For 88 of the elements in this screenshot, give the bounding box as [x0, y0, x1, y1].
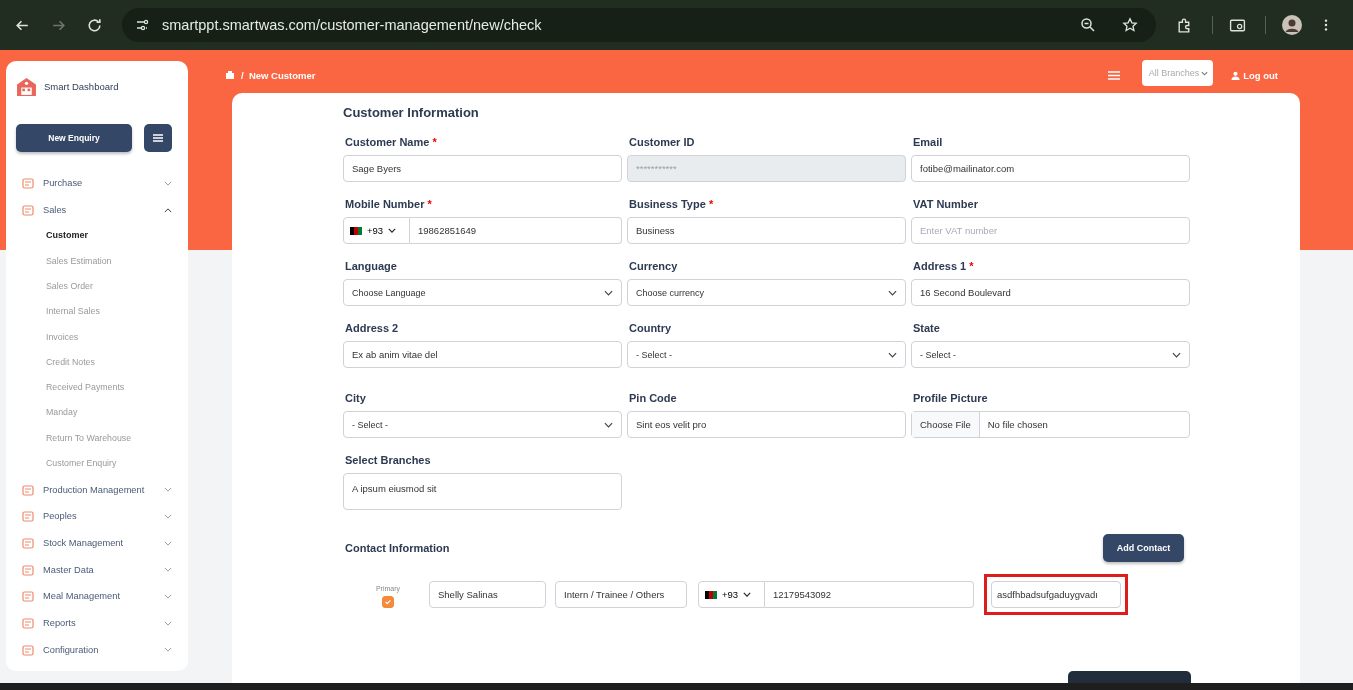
section-icon	[22, 483, 34, 496]
text-area[interactable]: A ipsum eiusmod sit	[343, 473, 622, 510]
sidebar-item[interactable]: Meal Management	[16, 583, 174, 610]
field-label: VAT Number	[912, 198, 979, 210]
input-field[interactable]: fotibe@mailinator.com	[911, 155, 1190, 182]
warehouse-icon	[16, 76, 37, 97]
home-icon[interactable]	[225, 70, 235, 80]
chevron-down-icon	[604, 289, 613, 296]
chevron-down-icon	[888, 289, 897, 296]
chevron-down-icon	[604, 421, 613, 428]
menu-button[interactable]	[144, 124, 172, 152]
field-label: Mobile Number *	[344, 198, 433, 210]
select-field[interactable]: - Select -	[627, 341, 906, 368]
section-icon	[22, 617, 34, 630]
country-code-select[interactable]: +93	[698, 581, 765, 608]
site-settings-icon[interactable]	[134, 17, 150, 33]
section-icon	[22, 590, 34, 603]
address-bar[interactable]: smartppt.smartwas.com/customer-management/new/check	[122, 8, 1156, 42]
brand-name: Smart Dashboard	[44, 81, 119, 92]
select-field[interactable]: - Select -	[343, 411, 622, 438]
input-field: ***********	[627, 155, 906, 182]
field-label: Customer ID	[628, 136, 696, 148]
flag-icon	[350, 226, 362, 235]
field-label: Address 1 *	[912, 260, 975, 272]
section-icon	[22, 537, 34, 550]
section-title: Customer Information	[343, 105, 480, 120]
sidebar-item[interactable]: Reports	[16, 609, 174, 637]
input-field[interactable]: Enter VAT number	[911, 217, 1190, 244]
flag-icon	[705, 590, 717, 599]
field-label: Select Branches	[344, 454, 432, 466]
select-field[interactable]: Choose Language	[343, 279, 622, 306]
input-field[interactable]: 16 Second Boulevard	[911, 279, 1190, 306]
menu-icon	[153, 134, 163, 142]
field-label: Currency	[628, 260, 679, 272]
field-label: City	[344, 392, 367, 404]
country-code-select[interactable]: +93	[343, 217, 410, 244]
new-enquiry-button[interactable]: New Enquiry	[16, 124, 132, 152]
submenu-item[interactable]: Customer	[16, 223, 174, 249]
field-label: Address 2	[344, 322, 400, 334]
menu-icon[interactable]	[1324, 18, 1328, 32]
primary-checkbox[interactable]	[382, 596, 394, 608]
sidebar-item[interactable]: Master Data	[16, 556, 174, 584]
select-field[interactable]: - Select -	[911, 341, 1190, 368]
field-label: Pin Code	[628, 392, 678, 404]
select-field[interactable]: Choose currency	[627, 279, 906, 306]
chevron-down-icon	[888, 351, 897, 358]
chevron-down-icon	[1172, 351, 1181, 358]
check-icon	[384, 598, 392, 606]
avatar-icon[interactable]	[1282, 15, 1302, 35]
input-field[interactable]: Ex ab anim vitae del	[343, 341, 622, 368]
section-icon	[22, 643, 34, 656]
sidebar-item[interactable]: Stock Management	[16, 529, 174, 557]
chevron-down-icon	[743, 592, 752, 597]
zoom-out-icon[interactable]	[1080, 17, 1096, 33]
name-field[interactable]: Shelly Salinas	[429, 581, 546, 608]
star-icon[interactable]	[1122, 17, 1138, 33]
designation-field[interactable]: Intern / Trainee / Others	[555, 581, 687, 608]
sidebar-item[interactable]: Configuration	[16, 636, 174, 664]
reload-icon[interactable]	[86, 16, 103, 34]
sidebar-item[interactable]: Purchase	[16, 170, 174, 197]
input-field[interactable]: Business	[627, 217, 906, 244]
phone-field[interactable]: 12179543092	[765, 581, 974, 608]
field-label: Country	[628, 322, 673, 334]
sidebar-item[interactable]: Production Management	[16, 476, 174, 504]
field-label: Profile Picture	[912, 392, 989, 404]
input-field[interactable]: Sint eos velit pro	[627, 411, 906, 438]
field-label: State	[912, 322, 941, 334]
add-contact-button[interactable]: Add Contact	[1103, 534, 1184, 562]
section-icon	[22, 204, 34, 217]
chevron-down-icon	[388, 228, 397, 233]
field-label: Business Type *	[628, 198, 715, 210]
tab-search-icon[interactable]	[1229, 16, 1246, 34]
section-icon	[22, 563, 34, 576]
phone-field[interactable]: 19862851649	[410, 217, 622, 244]
chevron-down-icon	[1201, 70, 1209, 76]
sidebar-item[interactable]: Peoples	[16, 503, 174, 530]
input-field[interactable]: Sage Byers	[343, 155, 622, 182]
url-text: smartppt.smartwas.com/customer-management/new/check	[162, 17, 542, 33]
file-field[interactable]: Choose File No file chosen	[911, 411, 1190, 438]
user-icon	[1231, 70, 1241, 80]
section-icon	[22, 177, 34, 190]
section-icon	[22, 510, 34, 523]
section-title: Contact Information	[344, 542, 450, 554]
email-field[interactable]: asdfhbadsufgaduygvadı	[991, 581, 1121, 608]
sidebar-item[interactable]: Sales	[16, 196, 174, 224]
field-label: Customer Name *	[344, 136, 438, 148]
field-label: Email	[912, 136, 944, 148]
field-label: Language	[344, 260, 398, 272]
